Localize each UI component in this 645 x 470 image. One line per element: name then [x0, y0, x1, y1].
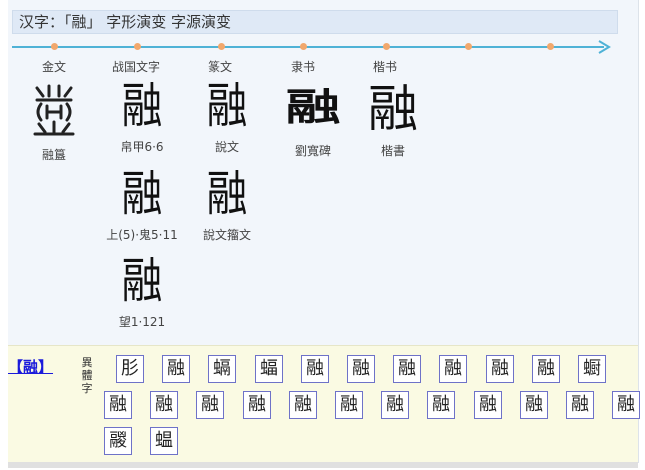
- glyph-zhanguo-1: 融: [121, 78, 163, 134]
- glyph-caption: 上(5)·鬼5·11: [106, 228, 178, 242]
- variants-panel: 【融】 異體字 肜融螎蝠融融融融融融蟵融融融融融融融融融融融融鬷蝹: [8, 345, 640, 463]
- variants-label: 異體字: [81, 356, 93, 395]
- variant-glyph[interactable]: 融: [243, 391, 271, 419]
- arrow-right-icon: [598, 40, 611, 54]
- glyph-zhanguo-2: 融: [121, 166, 163, 222]
- variant-glyph[interactable]: 蟵: [578, 355, 606, 383]
- variant-glyph[interactable]: 融: [474, 391, 502, 419]
- glyph-zhanguo-3: 融: [121, 253, 163, 309]
- variant-glyph[interactable]: 融: [381, 391, 409, 419]
- page-title: 汉字：「融」 字形演变 字源演变: [12, 10, 618, 34]
- variant-glyph[interactable]: 融: [393, 355, 421, 383]
- evolution-panel: 汉字：「融」 字形演变 字源演变 金文 战国文字 篆文 隶书 楷书 融簋 融 帛…: [8, 0, 638, 345]
- timeline-dot: [300, 43, 307, 50]
- glyph-cell-jin: 融簋: [9, 82, 99, 163]
- timeline-dot: [465, 43, 472, 50]
- timeline-dot: [383, 43, 390, 50]
- era-label-lishu: 隶书: [290, 60, 315, 74]
- glyph-caption: 劉寬碑: [294, 144, 331, 158]
- glyph-caption: 說文: [214, 140, 239, 154]
- variant-glyph[interactable]: 融: [520, 391, 548, 419]
- variant-glyph[interactable]: 融: [439, 355, 467, 383]
- variant-glyph[interactable]: 螎: [208, 355, 236, 383]
- variant-glyph[interactable]: 融: [150, 391, 178, 419]
- variant-glyph[interactable]: 融: [486, 355, 514, 383]
- glyph-caption: 望1·121: [118, 315, 166, 329]
- timeline-dot: [218, 43, 225, 50]
- glyph-caption: 楷書: [380, 144, 405, 158]
- glyph-caption: 帛甲6·6: [120, 140, 164, 154]
- variant-glyph[interactable]: 鬷: [104, 427, 132, 455]
- variant-glyph[interactable]: 融: [347, 355, 375, 383]
- variant-glyph[interactable]: 融: [104, 391, 132, 419]
- variant-glyph[interactable]: 融: [196, 391, 224, 419]
- glyph-caption: 融簋: [41, 148, 66, 162]
- variant-glyph[interactable]: 蝹: [150, 427, 178, 455]
- era-label-kaishu: 楷书: [372, 60, 397, 74]
- timeline-line: [12, 46, 604, 48]
- variant-glyph[interactable]: 融: [162, 355, 190, 383]
- glyph-cell-zhuan-2: 融 說文籀文: [182, 170, 272, 243]
- glyph-zhuan-1: 融: [206, 78, 248, 134]
- timeline: [8, 38, 618, 56]
- glyph-cell-li: 融 劉寬碑: [268, 86, 358, 159]
- glyph-cell-zhanguo-1: 融 帛甲6·6: [97, 82, 187, 155]
- variant-glyph[interactable]: 融: [335, 391, 363, 419]
- character-link[interactable]: 【融】: [8, 356, 53, 377]
- timeline-dot: [547, 43, 554, 50]
- horizontal-scrollbar[interactable]: [8, 462, 638, 468]
- glyph-caption: 說文籀文: [202, 228, 251, 242]
- variant-glyph[interactable]: 融: [301, 355, 329, 383]
- variant-glyph[interactable]: 融: [532, 355, 560, 383]
- glyph-cell-zhanguo-3: 融 望1·121: [97, 257, 187, 330]
- bronze-glyph-image: [33, 84, 75, 136]
- variant-glyph[interactable]: 融: [289, 391, 317, 419]
- variant-glyph[interactable]: 蝠: [255, 355, 283, 383]
- variant-glyph[interactable]: 融: [612, 391, 640, 419]
- glyph-cell-kai: 融 楷書: [348, 84, 438, 159]
- era-label-zhuanwen: 篆文: [207, 60, 232, 74]
- glyph-zhuan-2: 融: [206, 166, 248, 222]
- timeline-dot: [134, 43, 141, 50]
- variant-glyph[interactable]: 融: [427, 391, 455, 419]
- timeline-dot: [51, 43, 58, 50]
- variant-glyph[interactable]: 肜: [116, 355, 144, 383]
- content-frame: 汉字：「融」 字形演变 字源演变 金文 战国文字 篆文 隶书 楷书 融簋 融 帛…: [8, 0, 640, 463]
- era-label-zhanguo: 战国文字: [111, 60, 160, 74]
- variant-glyph[interactable]: 融: [566, 391, 594, 419]
- era-label-jinwen: 金文: [41, 60, 66, 74]
- glyph-cell-zhanguo-2: 融 上(5)·鬼5·11: [97, 170, 187, 243]
- glyph-kai: 融: [368, 80, 418, 138]
